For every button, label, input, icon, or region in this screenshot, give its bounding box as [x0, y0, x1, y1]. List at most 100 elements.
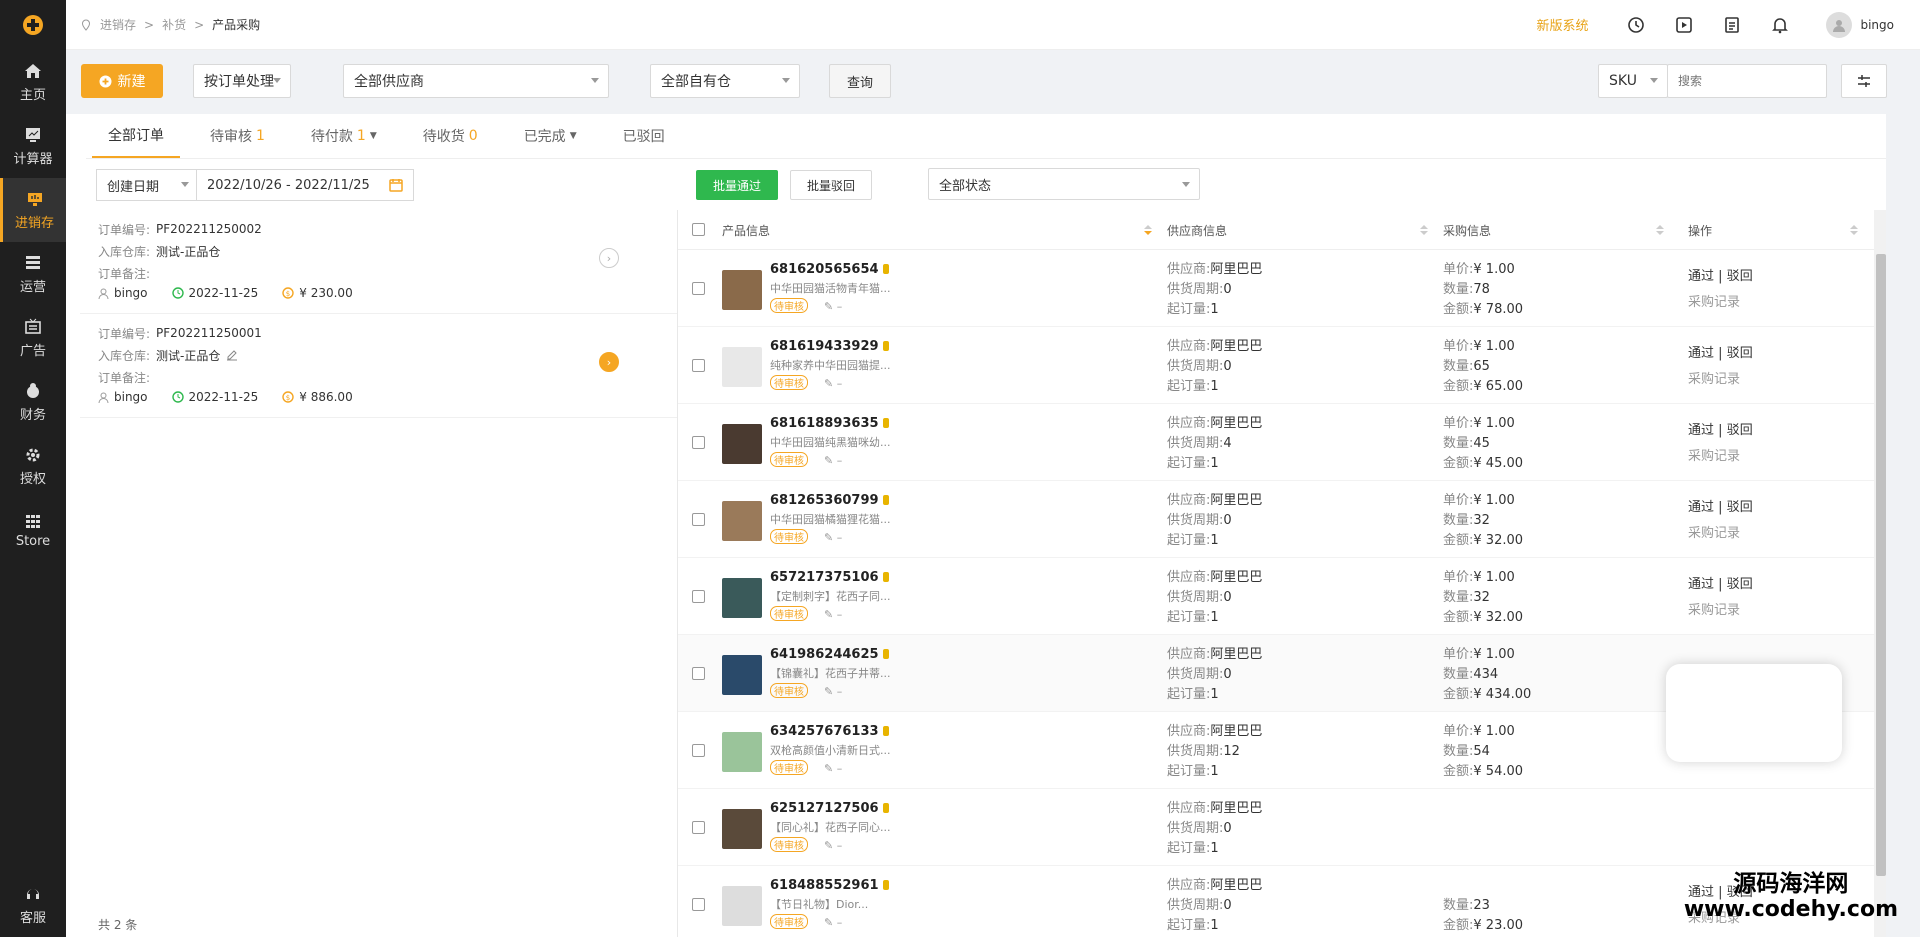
- purchase-records-link[interactable]: 采购记录: [1688, 598, 1753, 624]
- tab-0[interactable]: 全部订单: [92, 114, 180, 158]
- history-button[interactable]: [1612, 16, 1660, 34]
- sidebar-item-3[interactable]: 运营: [0, 242, 66, 306]
- edit-note-icon[interactable]: ✎ –: [824, 454, 842, 467]
- product-thumbnail[interactable]: [722, 578, 762, 618]
- row-checkbox[interactable]: [692, 821, 705, 834]
- edit-note-icon[interactable]: ✎ –: [824, 762, 842, 775]
- search-input[interactable]: [1667, 64, 1827, 98]
- table-row[interactable]: 657217375106 【定制刺字】花西子同... 待审核 ✎ – 供应商:阿里巴巴供…: [678, 558, 1874, 635]
- edit-note-icon[interactable]: ✎ –: [824, 377, 842, 390]
- date-type-select[interactable]: 创建日期: [97, 170, 197, 200]
- sidebar-item-0[interactable]: 主页: [0, 50, 66, 114]
- edit-note-icon[interactable]: ✎ –: [824, 608, 842, 621]
- table-row[interactable]: 681620565654 中华田园猫活物青年猫... 待审核 ✎ – 供应商:阿里巴巴供…: [678, 250, 1874, 327]
- user-menu[interactable]: bingo: [1826, 11, 1894, 38]
- tab-2[interactable]: 待付款 1 ▼: [295, 114, 393, 158]
- row-checkbox[interactable]: [692, 513, 705, 526]
- new-version-link[interactable]: 新版系统: [1536, 15, 1588, 34]
- docs-button[interactable]: [1708, 16, 1756, 34]
- tab-5[interactable]: 已驳回: [607, 114, 681, 158]
- warehouse-select[interactable]: 全部自有仓: [650, 64, 800, 98]
- sort-icon[interactable]: [1420, 225, 1428, 235]
- row-checkbox[interactable]: [692, 282, 705, 295]
- product-id[interactable]: 681265360799: [770, 493, 889, 508]
- product-id[interactable]: 634257676133: [770, 724, 889, 739]
- approve-link[interactable]: 通过: [1688, 423, 1714, 438]
- notification-button[interactable]: [1756, 16, 1804, 34]
- reject-link[interactable]: 驳回: [1727, 346, 1753, 361]
- edit-note-icon[interactable]: ✎ –: [824, 300, 842, 313]
- video-button[interactable]: [1660, 16, 1708, 34]
- product-id[interactable]: 681619433929: [770, 339, 889, 354]
- product-thumbnail[interactable]: [722, 886, 762, 926]
- product-id[interactable]: 681620565654: [770, 262, 889, 277]
- reject-link[interactable]: 驳回: [1727, 577, 1753, 592]
- approve-link[interactable]: 通过: [1688, 577, 1714, 592]
- product-id[interactable]: 657217375106: [770, 570, 889, 585]
- product-thumbnail[interactable]: [722, 809, 762, 849]
- purchase-records-link[interactable]: 采购记录: [1688, 521, 1753, 547]
- product-id[interactable]: 618488552961: [770, 878, 889, 893]
- order-item[interactable]: 订单编号: PF202211250001 入库仓库: 测试-正品仓 订单备注: bingo…: [80, 314, 677, 418]
- sidebar-item-4[interactable]: 广告: [0, 306, 66, 370]
- edit-note-icon[interactable]: ✎ –: [824, 839, 842, 852]
- mode-select[interactable]: 按订单处理: [193, 64, 291, 98]
- tab-4[interactable]: 已完成 ▼: [508, 114, 593, 158]
- product-thumbnail[interactable]: [722, 424, 762, 464]
- scrollbar-thumb[interactable]: [1876, 254, 1886, 876]
- select-all-checkbox[interactable]: [692, 223, 705, 236]
- reject-link[interactable]: 驳回: [1727, 423, 1753, 438]
- sort-icon[interactable]: [1850, 225, 1858, 235]
- table-row[interactable]: 625127127506 【同心礼】花西子同心... 待审核 ✎ – 供应商:阿里巴巴供…: [678, 789, 1874, 866]
- new-button[interactable]: 新建: [81, 64, 163, 98]
- sidebar-item-2[interactable]: 进销存: [0, 178, 66, 242]
- query-button[interactable]: 查询: [829, 64, 891, 98]
- reject-link[interactable]: 驳回: [1727, 269, 1753, 284]
- product-thumbnail[interactable]: [722, 347, 762, 387]
- tab-3[interactable]: 待收货 0: [407, 114, 494, 158]
- order-item[interactable]: 订单编号: PF202211250002 入库仓库: 测试-正品仓 订单备注: bingo…: [80, 210, 677, 314]
- sort-icon[interactable]: [1144, 225, 1152, 235]
- floating-popup[interactable]: [1666, 664, 1842, 762]
- calendar-icon[interactable]: [389, 178, 403, 192]
- chevron-right-icon[interactable]: ›: [599, 352, 619, 372]
- breadcrumb-item[interactable]: 进销存: [100, 16, 136, 33]
- row-checkbox[interactable]: [692, 590, 705, 603]
- sidebar-item-6[interactable]: 授权: [0, 434, 66, 498]
- batch-approve-button[interactable]: 批量通过: [696, 170, 778, 200]
- row-checkbox[interactable]: [692, 898, 705, 911]
- tab-1[interactable]: 待审核 1: [194, 114, 281, 158]
- row-checkbox[interactable]: [692, 667, 705, 680]
- sort-icon[interactable]: [1656, 225, 1664, 235]
- product-thumbnail[interactable]: [722, 732, 762, 772]
- app-logo[interactable]: [0, 0, 66, 50]
- row-checkbox[interactable]: [692, 744, 705, 757]
- product-thumbnail[interactable]: [722, 501, 762, 541]
- table-row[interactable]: 681618893635 中华田园猫纯黑猫咪幼... 待审核 ✎ – 供应商:阿里巴巴供…: [678, 404, 1874, 481]
- supplier-select[interactable]: 全部供应商: [343, 64, 609, 98]
- breadcrumb-item[interactable]: 补货: [162, 16, 186, 33]
- edit-note-icon[interactable]: ✎ –: [824, 685, 842, 698]
- row-checkbox[interactable]: [692, 436, 705, 449]
- sidebar-item-5[interactable]: 财务: [0, 370, 66, 434]
- product-id[interactable]: 641986244625: [770, 647, 889, 662]
- edit-note-icon[interactable]: ✎ –: [824, 916, 842, 929]
- edit-note-icon[interactable]: ✎ –: [824, 531, 842, 544]
- purchase-records-link[interactable]: 采购记录: [1688, 367, 1753, 393]
- batch-reject-button[interactable]: 批量驳回: [790, 170, 872, 200]
- product-id[interactable]: 681618893635: [770, 416, 889, 431]
- product-thumbnail[interactable]: [722, 270, 762, 310]
- edit-icon[interactable]: [226, 349, 238, 361]
- sidebar-item-support[interactable]: 客服: [0, 873, 66, 937]
- purchase-records-link[interactable]: 采购记录: [1688, 290, 1753, 316]
- approve-link[interactable]: 通过: [1688, 346, 1714, 361]
- row-checkbox[interactable]: [692, 359, 705, 372]
- sidebar-item-7[interactable]: Store: [0, 498, 66, 562]
- product-id[interactable]: 625127127506: [770, 801, 889, 816]
- date-range-input[interactable]: 2022/10/26 - 2022/11/25: [197, 178, 389, 193]
- table-row[interactable]: 681265360799 中华田园猫橘猫狸花猫... 待审核 ✎ – 供应商:阿里巴巴供…: [678, 481, 1874, 558]
- chevron-right-icon[interactable]: ›: [599, 248, 619, 268]
- purchase-records-link[interactable]: 采购记录: [1688, 444, 1753, 470]
- sku-type-select[interactable]: SKU: [1598, 64, 1668, 98]
- product-thumbnail[interactable]: [722, 655, 762, 695]
